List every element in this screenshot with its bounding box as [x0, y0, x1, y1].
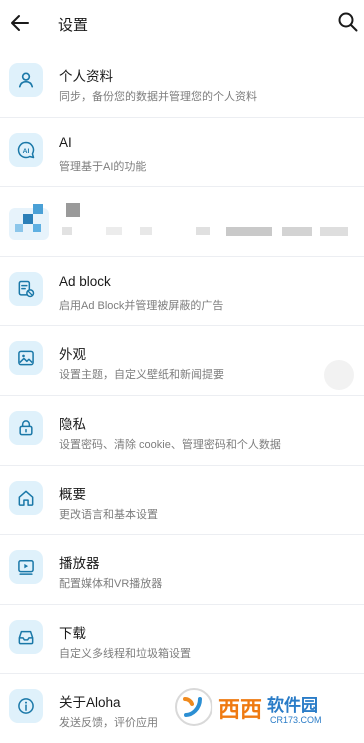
settings-item-blurred[interactable] — [0, 187, 364, 257]
blurred-title — [66, 203, 80, 217]
watermark-circle — [324, 360, 354, 390]
settings-list: 个人资料 同步，备份您的数据并管理您的个人资料 AI AI 管理基于AI的功能 — [0, 48, 364, 743]
settings-item-general[interactable]: 概要 更改语言和基本设置 — [0, 466, 364, 536]
item-subtitle: 启用Ad Block并管理被屏蔽的广告 — [59, 297, 223, 313]
settings-item-profile[interactable]: 个人资料 同步，备份您的数据并管理您的个人资料 — [0, 48, 364, 118]
watermark-logo: 西西 软件园 CR173.COM — [172, 685, 362, 729]
item-subtitle: 同步，备份您的数据并管理您的个人资料 — [59, 88, 257, 104]
home-icon — [9, 481, 43, 515]
settings-item-player[interactable]: 播放器 配置媒体和VR播放器 — [0, 535, 364, 605]
item-title: 播放器 — [59, 552, 100, 572]
svg-text:CR173.COM: CR173.COM — [270, 715, 322, 725]
item-subtitle: 自定义多线程和垃圾箱设置 — [59, 645, 191, 661]
item-subtitle: 发送反馈，评价应用 — [59, 714, 158, 730]
blurred-icon — [9, 200, 49, 240]
back-arrow-icon[interactable] — [8, 11, 32, 35]
settings-item-ai[interactable]: AI AI 管理基于AI的功能 — [0, 118, 364, 188]
item-title: 下载 — [59, 622, 86, 642]
item-subtitle: 更改语言和基本设置 — [59, 506, 158, 522]
top-bar: 设置 — [0, 0, 364, 46]
person-icon — [9, 63, 43, 97]
info-icon — [9, 689, 43, 723]
item-title: 隐私 — [59, 413, 86, 433]
search-icon[interactable] — [336, 10, 360, 34]
settings-item-adblock[interactable]: Ad block 启用Ad Block并管理被屏蔽的广告 — [0, 257, 364, 327]
item-subtitle: 设置密码、清除 cookie、管理密码和个人数据 — [59, 436, 281, 452]
item-title: 外观 — [59, 343, 86, 363]
svg-text:AI: AI — [23, 148, 30, 155]
svg-text:西西: 西西 — [218, 697, 262, 722]
settings-item-appearance[interactable]: 外观 设置主题，自定义壁纸和新闻提要 — [0, 326, 364, 396]
item-title: AI — [59, 135, 72, 150]
ad-block-icon — [9, 272, 43, 306]
svg-text:软件园: 软件园 — [267, 695, 318, 715]
ai-chat-icon: AI — [9, 133, 43, 167]
item-subtitle: 设置主题，自定义壁纸和新闻提要 — [59, 366, 224, 382]
item-title: 关于Aloha — [59, 691, 121, 711]
lock-icon — [9, 411, 43, 445]
page-title: 设置 — [58, 14, 88, 35]
item-subtitle: 配置媒体和VR播放器 — [59, 575, 162, 591]
settings-item-privacy[interactable]: 隐私 设置密码、清除 cookie、管理密码和个人数据 — [0, 396, 364, 466]
item-title: Ad block — [59, 274, 111, 289]
item-title: 个人资料 — [59, 65, 113, 85]
item-subtitle: 管理基于AI的功能 — [59, 158, 146, 174]
image-icon — [9, 341, 43, 375]
player-icon — [9, 550, 43, 584]
download-tray-icon — [9, 620, 43, 654]
settings-item-downloads[interactable]: 下载 自定义多线程和垃圾箱设置 — [0, 605, 364, 675]
item-title: 概要 — [59, 483, 86, 503]
